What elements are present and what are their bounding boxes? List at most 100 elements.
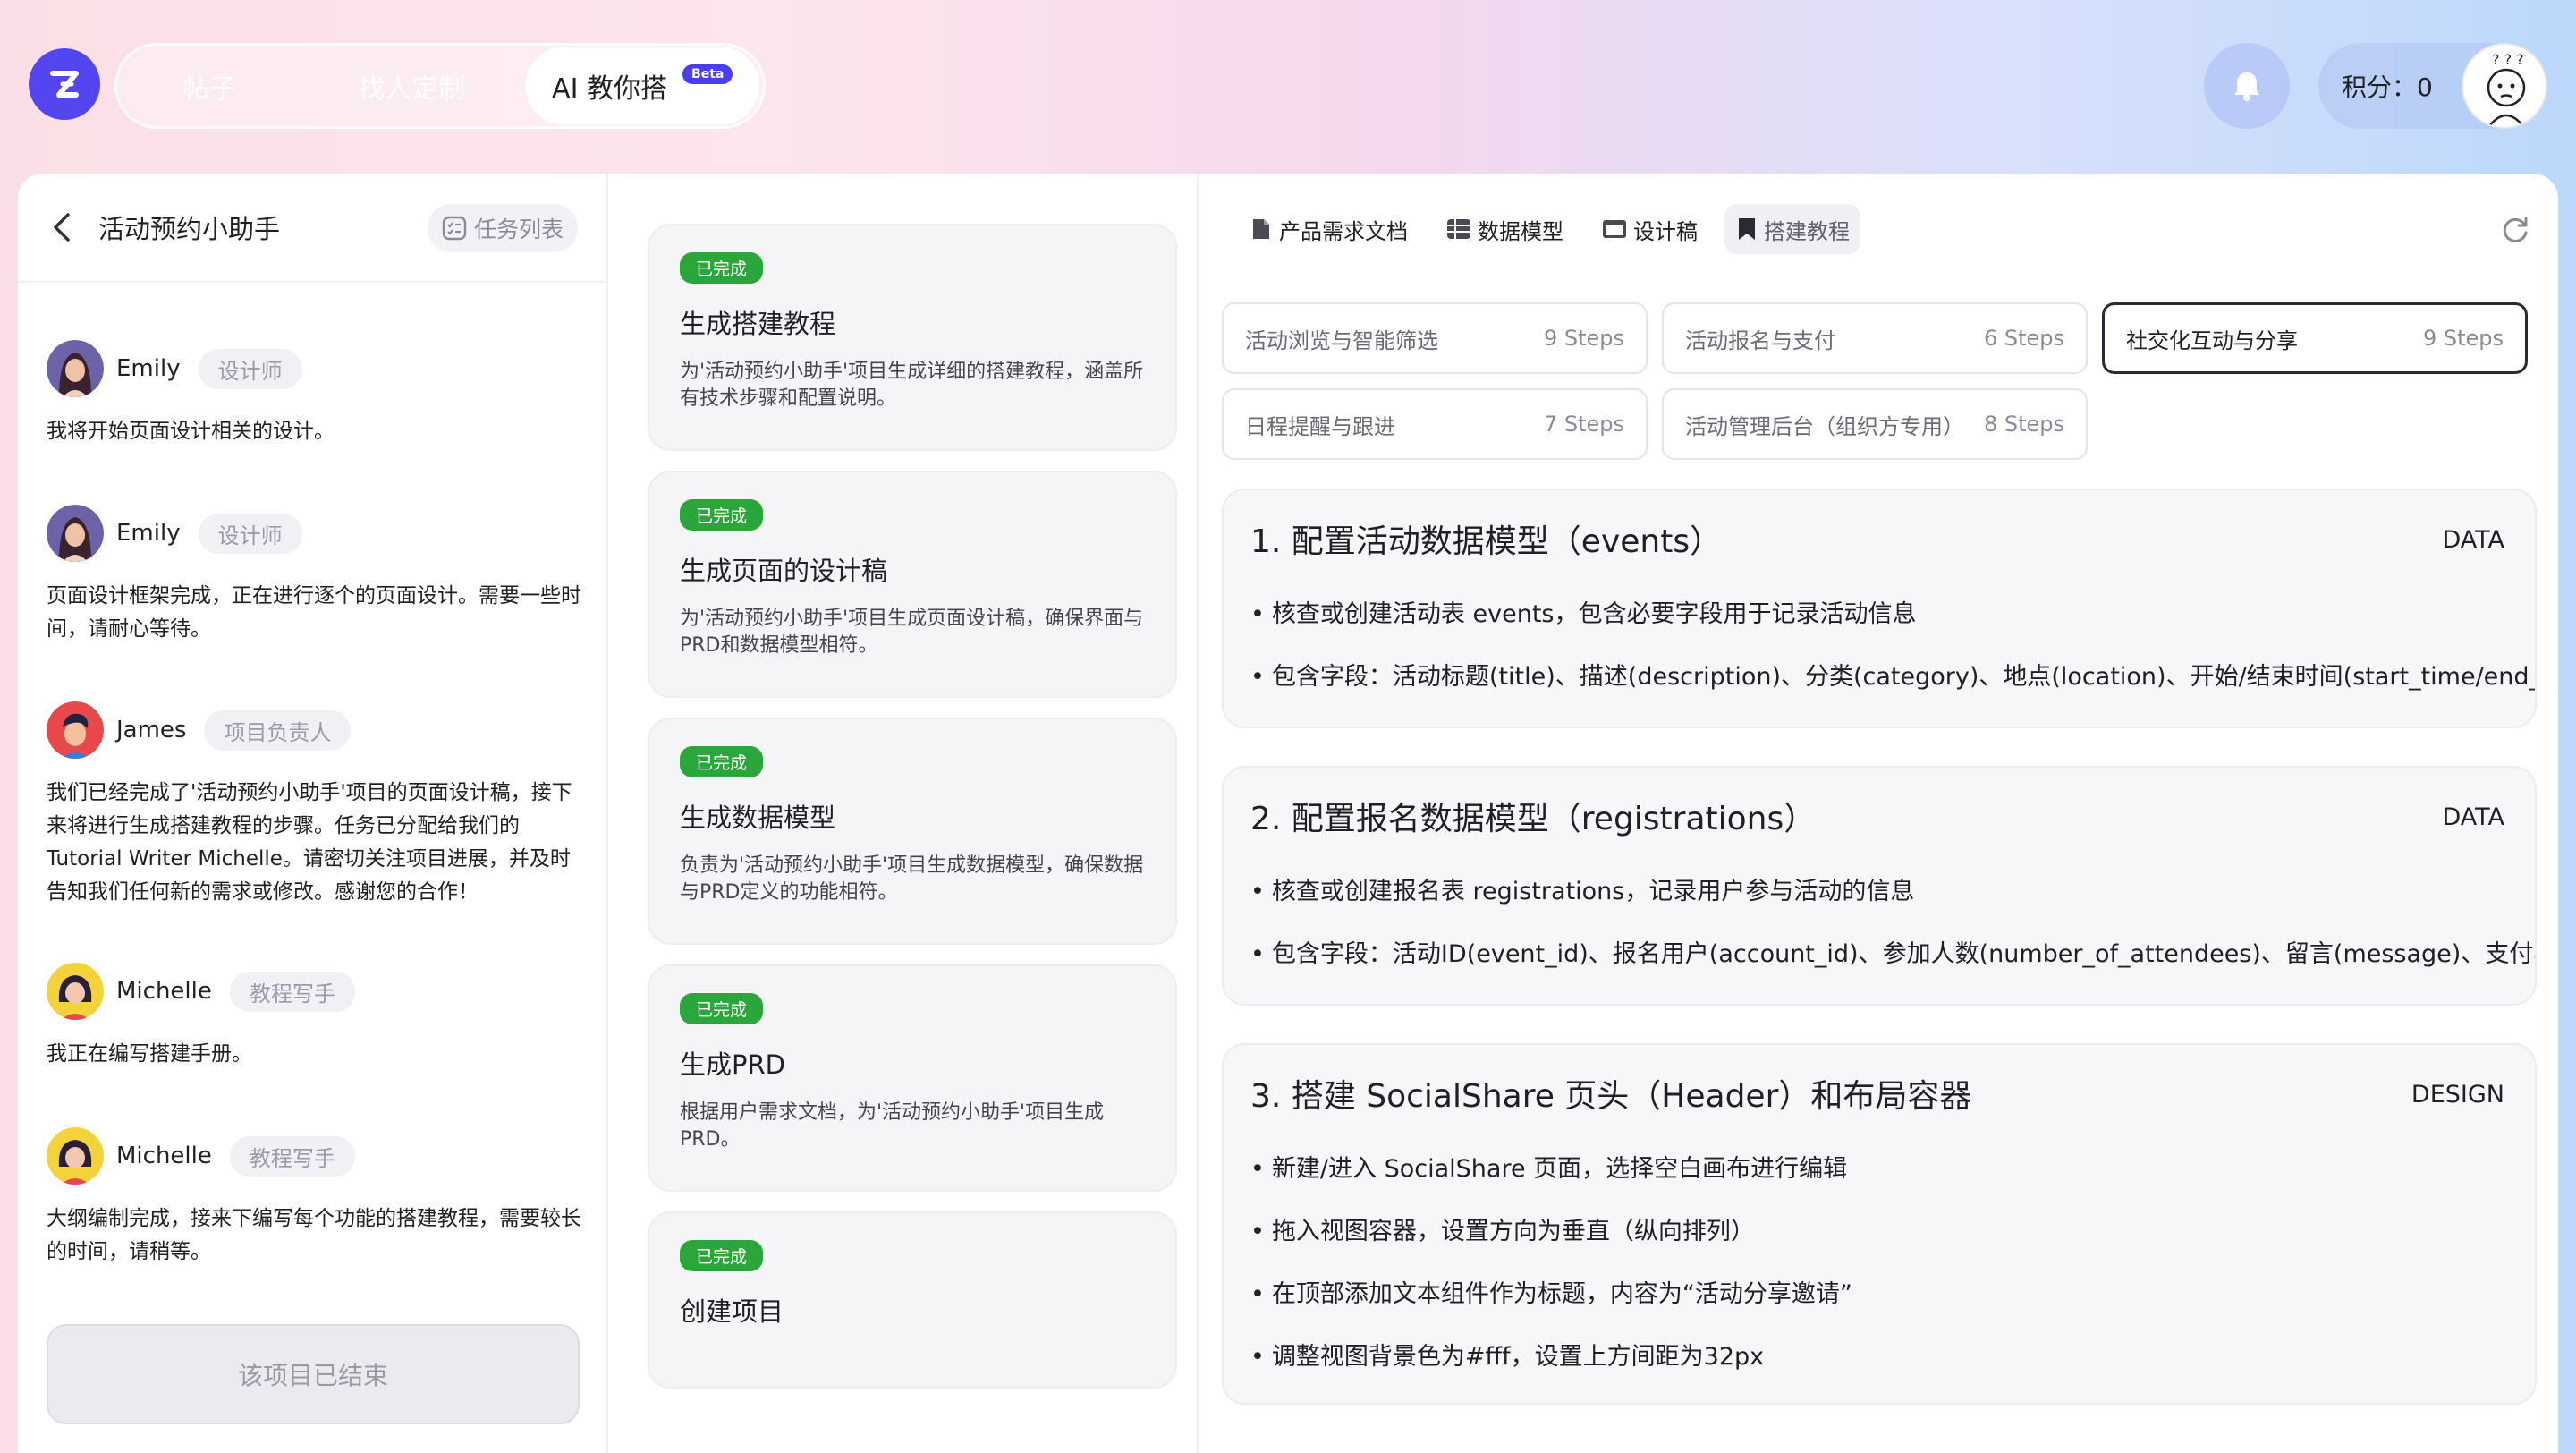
step-title: 生成数据模型 <box>680 803 836 833</box>
task-steps-panel: 已完成 生成搭建教程 为'活动预约小助手'项目生成详细的搭建教程，涵盖所有技术步… <box>608 174 1199 1453</box>
chat-message: Emily 设计师 我将开始页面设计相关的设计。 <box>47 340 583 448</box>
avatar-illustration-icon: ? ? ? <box>2463 45 2546 127</box>
bullet-item: 新建/进入 SocialShare 页面，选择空白画布进行编辑 <box>1250 1138 2508 1201</box>
bullet-item: 包含字段：活动标题(title)、描述(description)、分类(cate… <box>1250 646 2535 709</box>
step-card[interactable]: 已完成 生成PRD 根据用户需求文档，为'活动预约小助手'项目生成PRD。 <box>648 964 1177 1192</box>
section-bullets: 新建/进入 SocialShare 页面，选择空白画布进行编辑 拖入视图容器，设… <box>1250 1138 2508 1389</box>
emily-avatar-icon <box>47 340 104 397</box>
michelle-avatar-icon <box>47 963 104 1020</box>
module-chip[interactable]: 日程提醒与跟进 7 Steps <box>1222 388 1648 460</box>
step-card[interactable]: 已完成 生成数据模型 负责为'活动预约小助手'项目生成数据模型，确保数据与PRD… <box>648 718 1177 945</box>
project-title: 活动预约小助手 <box>98 214 281 244</box>
step-description: 为'活动预约小助手'项目生成详细的搭建教程，涵盖所有技术步骤和配置说明。 <box>680 361 1144 410</box>
tab-posts[interactable]: 帖子 <box>121 47 298 125</box>
bullet-item: 包含字段：活动ID(event_id)、报名用户(account_id)、参加人… <box>1250 923 2535 986</box>
user-avatar[interactable]: ? ? ? <box>2462 43 2547 129</box>
section-title: 2. 配置报名数据模型（registrations） <box>1250 801 1817 837</box>
beta-badge: Beta <box>682 64 733 84</box>
svg-text:? ? ?: ? ? ? <box>2492 51 2524 68</box>
tab-prd[interactable]: 产品需求文档 <box>1238 204 1419 254</box>
step-title: 创建项目 <box>680 1296 784 1327</box>
sender-role-badge: 教程写手 <box>229 971 355 1012</box>
avatar-emily <box>47 340 104 397</box>
bullet-item: 调整视图背景色为#fff，设置上方间距为32px <box>1250 1326 2508 1389</box>
section-bullets: 核查或创建报名表 registrations，记录用户参与活动的信息 包含字段：… <box>1250 861 2535 986</box>
tab-ai-build[interactable]: AI 教你搭 Beta <box>525 47 760 125</box>
sender-name: James <box>116 717 187 743</box>
section-title: 3. 搭建 SocialShare 页头（Header）和布局容器 <box>1250 1078 1972 1115</box>
app-logo[interactable] <box>29 48 100 120</box>
tab-label: 数据模型 <box>1478 218 1563 244</box>
message-text: 我们已经完成了'活动预约小助手'项目的页面设计稿，接下来将进行生成搭建教程的步骤… <box>47 781 572 904</box>
task-list-icon <box>442 216 467 241</box>
project-ended-button[interactable]: 该项目已结束 <box>47 1324 580 1424</box>
sender-name: Michelle <box>116 978 212 1005</box>
status-badge: 已完成 <box>680 1240 764 1271</box>
bullet-item: 核查或创建活动表 events，包含必要字段用于记录活动信息 <box>1250 583 2508 646</box>
workspace-panel: 活动预约小助手 任务列表 Emily 设计师 我将开始页面设计相关的设计。 Em… <box>18 174 2558 1453</box>
bookmark-icon <box>1739 218 1755 240</box>
bullet-item: 在顶部添加文本组件作为标题，内容为“活动分享邀请” <box>1250 1263 2508 1326</box>
sender-name: Emily <box>116 520 181 547</box>
tutorial-section: 2. 配置报名数据模型（registrations） DATA 核查或创建报名表… <box>1222 766 2537 1006</box>
module-steps: 9 Steps <box>1543 326 1624 351</box>
step-card[interactable]: 已完成 生成搭建教程 为'活动预约小助手'项目生成详细的搭建教程，涵盖所有技术步… <box>648 224 1177 451</box>
avatar-emily <box>47 505 104 562</box>
back-icon[interactable] <box>45 209 80 245</box>
sender-role-badge: 教程写手 <box>229 1135 355 1177</box>
sender-name: Michelle <box>116 1143 212 1169</box>
sender-name: Emily <box>116 355 181 382</box>
window-icon <box>1603 220 1626 238</box>
module-label: 活动报名与支付 <box>1685 327 1835 353</box>
message-text: 页面设计框架完成，正在进行逐个的页面设计。需要一些时间，请耐心等待。 <box>47 584 581 641</box>
tab-design[interactable]: 设计稿 <box>1590 204 1708 254</box>
tab-label: 设计稿 <box>1633 218 1698 244</box>
message-text: 我将开始页面设计相关的设计。 <box>47 420 335 443</box>
sender-role-badge: 设计师 <box>198 513 302 554</box>
bullet-item: 拖入视图容器，设置方向为垂直（纵向排列） <box>1250 1201 2508 1263</box>
status-badge: 已完成 <box>680 252 764 284</box>
project-chat-panel: 活动预约小助手 任务列表 Emily 设计师 我将开始页面设计相关的设计。 Em… <box>18 174 608 1453</box>
module-steps: 9 Steps <box>2422 326 2504 351</box>
points-label: 积分：0 <box>2342 72 2433 102</box>
chat-message: Emily 设计师 页面设计框架完成，正在进行逐个的页面设计。需要一些时间，请耐… <box>47 505 583 646</box>
status-badge: 已完成 <box>680 499 764 531</box>
logo-icon <box>50 71 79 98</box>
tab-tutorial[interactable]: 搭建教程 <box>1724 204 1860 254</box>
section-type-label: DATA <box>2442 803 2504 831</box>
section-bullets: 核查或创建活动表 events，包含必要字段用于记录活动信息 包含字段：活动标题… <box>1250 583 2535 709</box>
module-steps: 6 Steps <box>1983 326 2064 351</box>
chat-message: Michelle 教程写手 我正在编写搭建手册。 <box>47 963 583 1071</box>
table-icon <box>1447 219 1470 239</box>
module-steps: 8 Steps <box>1983 412 2064 437</box>
module-chip[interactable]: 活动管理后台（组织方专用） 8 Steps <box>1662 388 2088 460</box>
chat-message: James 项目负责人 我们已经完成了'活动预约小助手'项目的页面设计稿，接下来… <box>47 701 583 909</box>
tab-find-custom[interactable]: 找人定制 <box>298 47 525 125</box>
task-list-label: 任务列表 <box>473 217 564 242</box>
tutorial-panel: 产品需求文档 数据模型 设计稿 搭建教程 活动浏览与智能筛选 9 Steps 活… <box>1199 174 2558 1453</box>
avatar-michelle <box>47 1127 104 1185</box>
status-badge: 已完成 <box>680 993 764 1024</box>
task-list-button[interactable]: 任务列表 <box>427 204 578 252</box>
notification-button[interactable] <box>2204 43 2290 129</box>
refresh-icon[interactable] <box>2499 213 2531 245</box>
module-chip[interactable]: 活动报名与支付 6 Steps <box>1662 302 2088 374</box>
module-chip[interactable]: 活动浏览与智能筛选 9 Steps <box>1222 302 1648 374</box>
step-card[interactable]: 已完成 生成页面的设计稿 为'活动预约小助手'项目生成页面设计稿，确保界面与PR… <box>648 471 1177 698</box>
tab-data-model[interactable]: 数据模型 <box>1435 204 1574 254</box>
main-nav-tabs: 帖子 找人定制 AI 教你搭 Beta <box>114 43 766 129</box>
section-title: 1. 配置活动数据模型（events） <box>1250 523 1723 560</box>
step-title: 生成搭建教程 <box>680 309 836 339</box>
document-tabs: 产品需求文档 数据模型 设计稿 搭建教程 <box>1238 204 1877 254</box>
message-text: 我正在编写搭建手册。 <box>47 1042 252 1066</box>
chat-message: Michelle 教程写手 大纲编制完成，接来下编写每个功能的搭建教程，需要较长… <box>47 1127 583 1269</box>
section-type-label: DESIGN <box>2411 1081 2504 1109</box>
project-ended-label: 该项目已结束 <box>237 1361 388 1390</box>
james-avatar-icon <box>47 701 104 759</box>
module-chip-active[interactable]: 社交化互动与分享 9 Steps <box>2102 302 2528 374</box>
step-card[interactable]: 已完成 创建项目 <box>648 1211 1177 1389</box>
bell-icon <box>2234 72 2259 101</box>
michelle-avatar-icon <box>47 1127 104 1185</box>
message-text: 大纲编制完成，接来下编写每个功能的搭建教程，需要较长的时间，请稍等。 <box>47 1207 581 1263</box>
avatar-michelle <box>47 963 104 1020</box>
